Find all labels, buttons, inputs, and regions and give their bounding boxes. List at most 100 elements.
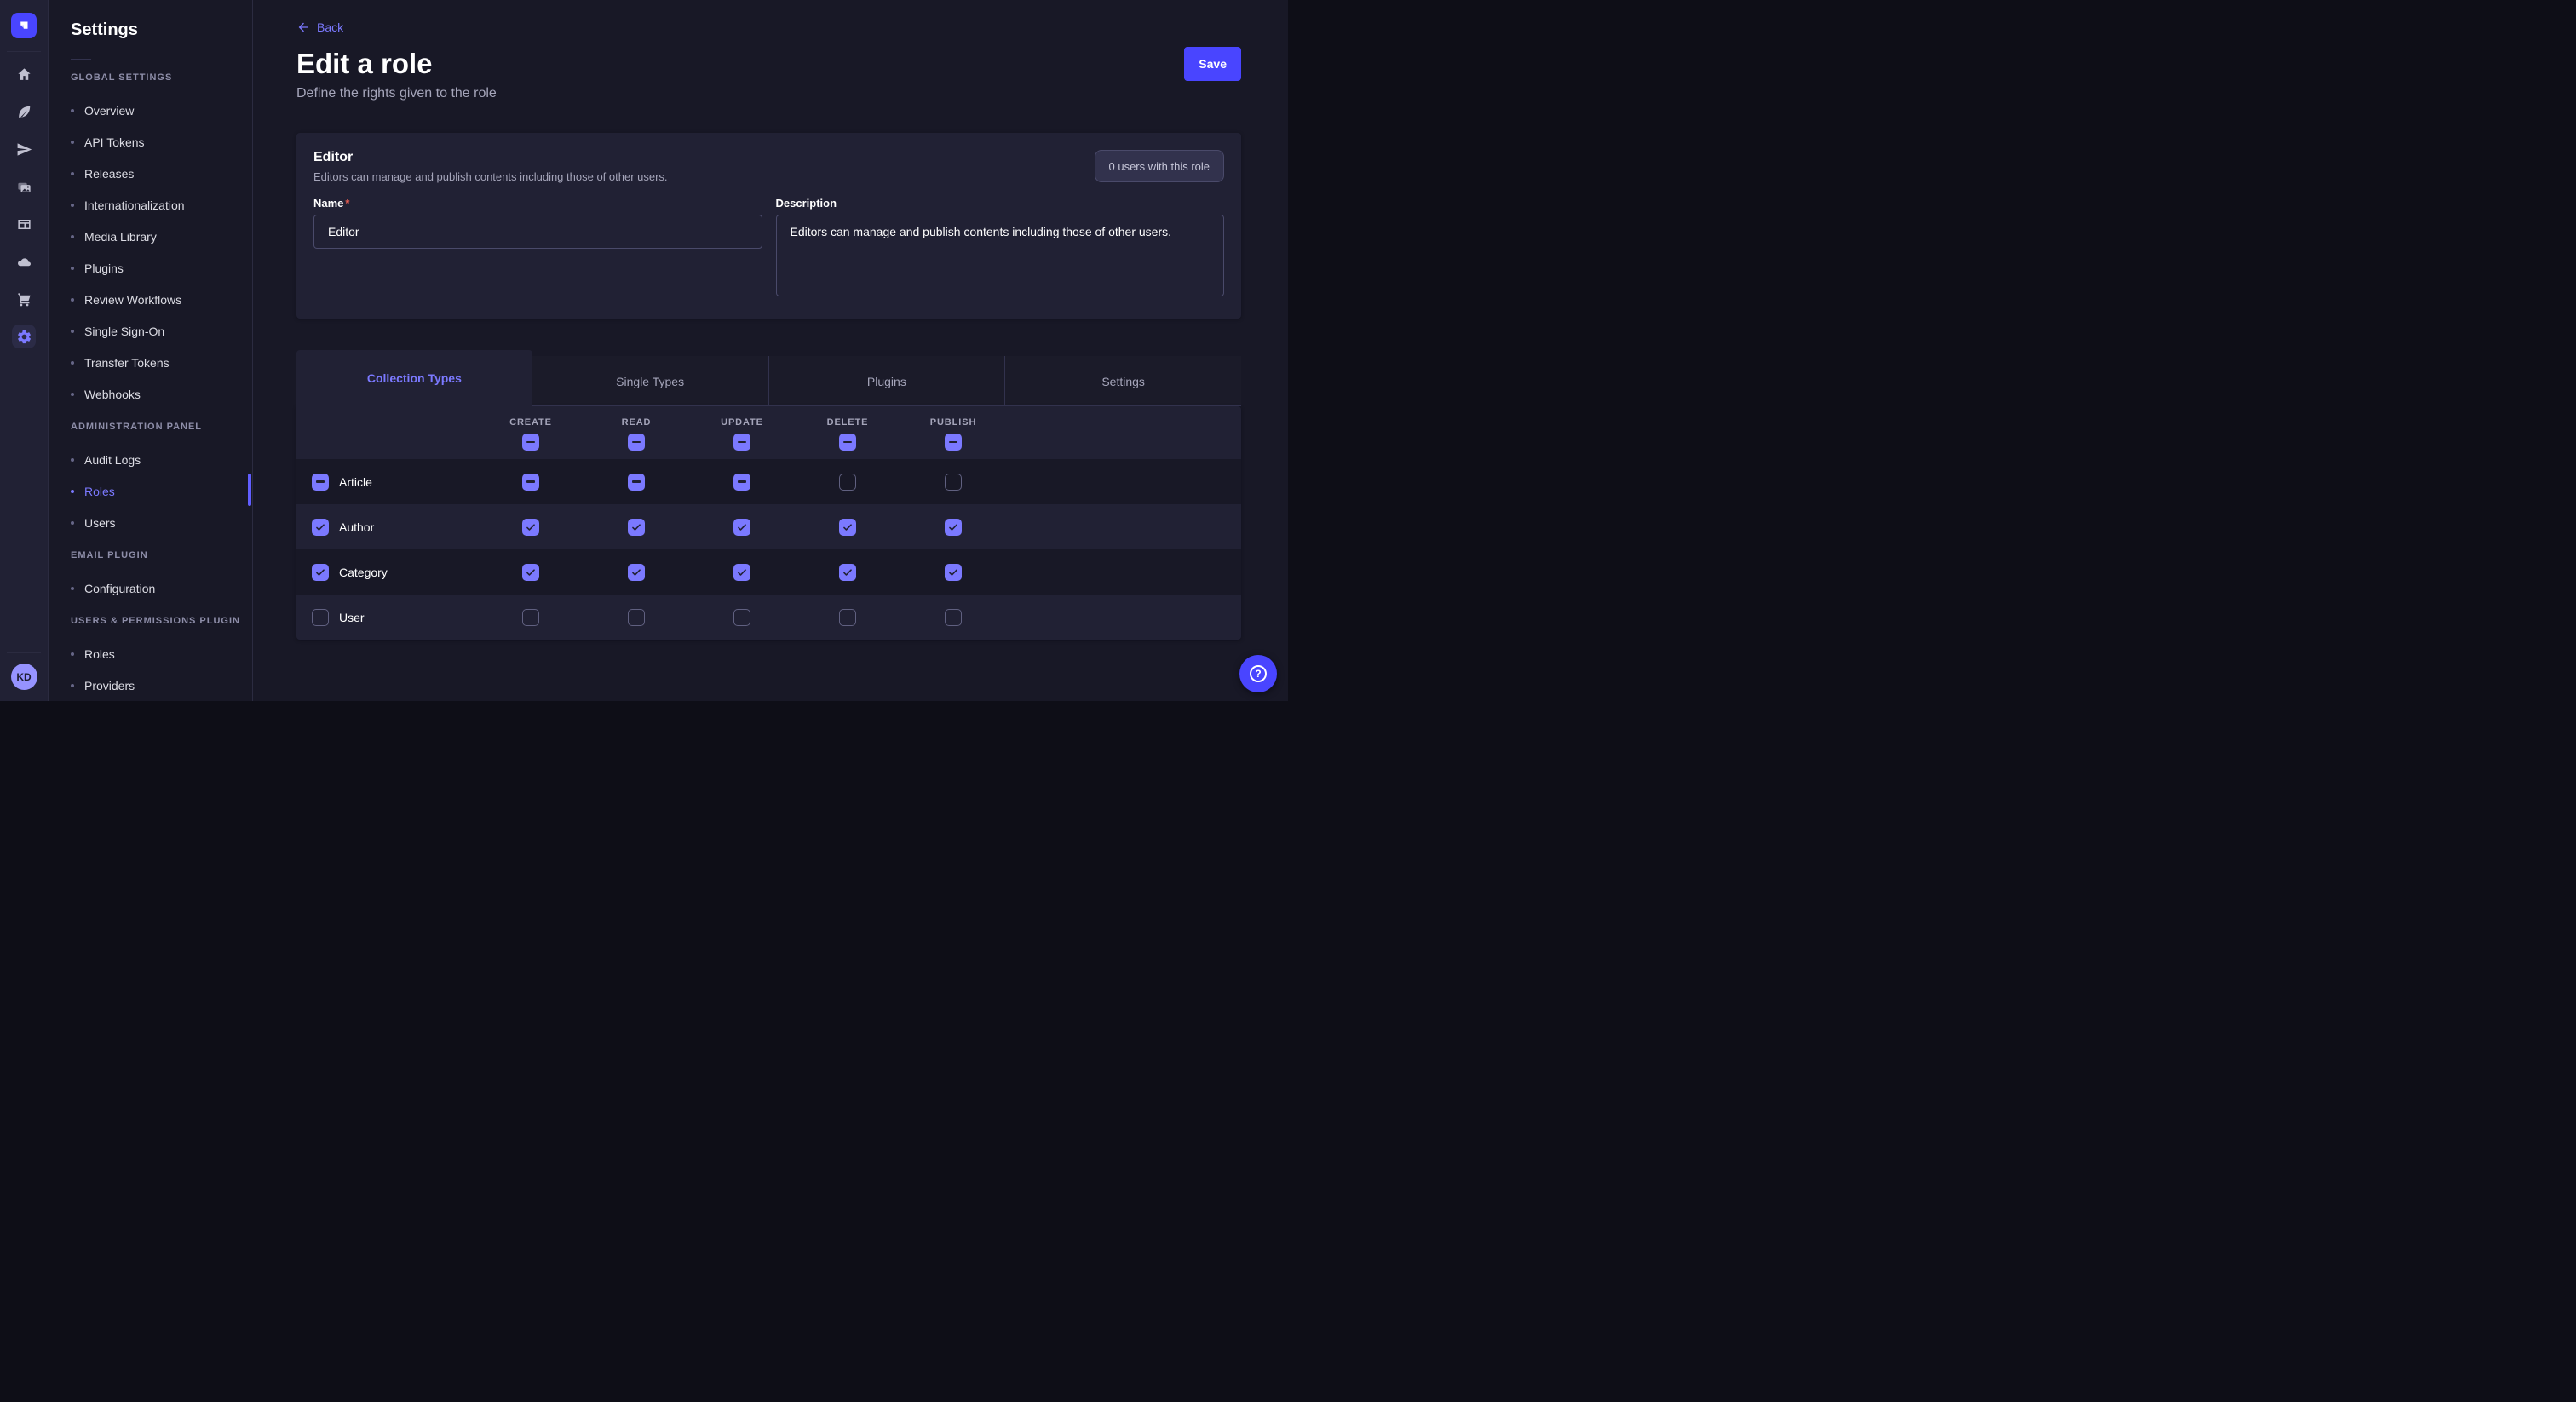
checkbox-article-read[interactable] xyxy=(628,474,645,491)
tab-collection-types[interactable]: Collection Types xyxy=(296,350,532,406)
sidebar-item-providers[interactable]: Providers xyxy=(49,669,252,701)
tab-plugins[interactable]: Plugins xyxy=(768,356,1005,406)
sidebar-item-single-sign-on[interactable]: Single Sign-On xyxy=(49,315,252,347)
checkbox-category-create[interactable] xyxy=(522,564,539,581)
sidebar-header: Settings xyxy=(49,0,252,60)
checkbox-author-all[interactable] xyxy=(312,519,329,536)
row-label: Category xyxy=(339,566,388,579)
back-link[interactable]: Back xyxy=(296,20,343,34)
sidebar-item-roles-2[interactable]: Roles xyxy=(49,638,252,669)
checkbox-author-update[interactable] xyxy=(733,519,750,536)
sidebar-item-label: Roles xyxy=(84,647,115,661)
strapi-logo[interactable] xyxy=(11,13,37,38)
checkbox-user-delete[interactable] xyxy=(839,609,856,626)
page-subtitle: Define the rights given to the role xyxy=(296,86,1241,101)
page-header: Edit a role Save xyxy=(296,47,1241,81)
checkbox-author-delete[interactable] xyxy=(839,519,856,536)
sidebar-scrollbar-thumb[interactable] xyxy=(248,474,251,506)
help-button[interactable]: ? xyxy=(1239,655,1277,692)
content-manager-icon[interactable] xyxy=(12,212,36,236)
sidebar-item-overview[interactable]: Overview xyxy=(49,95,252,126)
cloud-icon[interactable] xyxy=(12,250,36,273)
title-divider xyxy=(71,59,91,60)
users-count-button[interactable]: 0 users with this role xyxy=(1095,150,1225,182)
sidebar-item-label: API Tokens xyxy=(84,135,145,149)
sidebar-item-label: Overview xyxy=(84,104,134,118)
permission-cell xyxy=(689,474,795,491)
row-name-cell: User xyxy=(296,609,478,626)
sidebar-item-media-library[interactable]: Media Library xyxy=(49,221,252,252)
description-label: Description xyxy=(776,197,1225,210)
checkbox-category-all[interactable] xyxy=(312,564,329,581)
role-details-card: Editor Editors can manage and publish co… xyxy=(296,133,1241,319)
sidebar-item-label: Plugins xyxy=(84,261,124,275)
sidebar-item-label: Releases xyxy=(84,167,134,181)
sidebar-item-configuration[interactable]: Configuration xyxy=(49,572,252,604)
checkbox-user-update[interactable] xyxy=(733,609,750,626)
checkbox-all-update[interactable] xyxy=(733,434,750,451)
checkbox-category-delete[interactable] xyxy=(839,564,856,581)
checkbox-category-update[interactable] xyxy=(733,564,750,581)
feather-icon[interactable] xyxy=(12,100,36,124)
sidebar-item-api-tokens[interactable]: API Tokens xyxy=(49,126,252,158)
name-field-group: Name* xyxy=(313,197,762,301)
checkbox-all-read[interactable] xyxy=(628,434,645,451)
checkbox-author-read[interactable] xyxy=(628,519,645,536)
sidebar-item-internationalization[interactable]: Internationalization xyxy=(49,189,252,221)
checkbox-user-publish[interactable] xyxy=(945,609,962,626)
sidebar-item-webhooks[interactable]: Webhooks xyxy=(49,378,252,410)
sidebar-item-releases[interactable]: Releases xyxy=(49,158,252,189)
arrow-left-icon xyxy=(296,20,310,34)
checkbox-all-create[interactable] xyxy=(522,434,539,451)
media-library-icon[interactable] xyxy=(12,175,36,198)
send-icon[interactable] xyxy=(12,137,36,161)
checkbox-user-read[interactable] xyxy=(628,609,645,626)
header-name-spacer xyxy=(296,406,478,459)
checkbox-article-all[interactable] xyxy=(312,474,329,491)
tab-settings[interactable]: Settings xyxy=(1004,356,1241,406)
column-publish: PUBLISH xyxy=(900,406,1006,459)
permission-cell xyxy=(900,564,1006,581)
role-name-input[interactable] xyxy=(313,215,762,249)
marketplace-icon[interactable] xyxy=(12,287,36,311)
settings-icon[interactable] xyxy=(12,325,36,348)
role-description-input[interactable]: Editors can manage and publish contents … xyxy=(776,215,1225,296)
sidebar-item-users[interactable]: Users xyxy=(49,507,252,538)
sidebar-item-label: Single Sign-On xyxy=(84,325,164,338)
checkbox-user-all[interactable] xyxy=(312,609,329,626)
checkbox-author-publish[interactable] xyxy=(945,519,962,536)
checkbox-article-publish[interactable] xyxy=(945,474,962,491)
table-row-article: Article xyxy=(296,459,1241,504)
row-name-cell: Category xyxy=(296,564,478,581)
main-nav-rail: KD xyxy=(0,0,49,701)
permission-cell xyxy=(478,519,584,536)
sidebar-item-plugins[interactable]: Plugins xyxy=(49,252,252,284)
sidebar-item-label: Review Workflows xyxy=(84,293,181,307)
checkbox-all-publish[interactable] xyxy=(945,434,962,451)
settings-sidebar: Settings GLOBAL SETTINGSOverviewAPI Toke… xyxy=(49,0,253,701)
checkbox-article-create[interactable] xyxy=(522,474,539,491)
save-button[interactable]: Save xyxy=(1184,47,1241,81)
sidebar-item-roles[interactable]: Roles xyxy=(49,475,252,507)
checkbox-category-read[interactable] xyxy=(628,564,645,581)
role-card-titles: Editor Editors can manage and publish co… xyxy=(313,150,668,183)
permission-cell xyxy=(795,564,900,581)
permissions-table-body: ArticleAuthorCategoryUser xyxy=(296,459,1241,640)
rail-bottom: KD xyxy=(7,640,41,701)
checkbox-all-delete[interactable] xyxy=(839,434,856,451)
checkbox-article-update[interactable] xyxy=(733,474,750,491)
checkbox-category-publish[interactable] xyxy=(945,564,962,581)
checkbox-author-create[interactable] xyxy=(522,519,539,536)
permission-cell xyxy=(584,519,689,536)
avatar[interactable]: KD xyxy=(11,664,37,690)
app-window: KD Settings GLOBAL SETTINGSOverviewAPI T… xyxy=(0,0,1288,701)
permission-cell xyxy=(689,519,795,536)
checkbox-article-delete[interactable] xyxy=(839,474,856,491)
sidebar-item-audit-logs[interactable]: Audit Logs xyxy=(49,444,252,475)
checkbox-user-create[interactable] xyxy=(522,609,539,626)
sidebar-item-transfer-tokens[interactable]: Transfer Tokens xyxy=(49,347,252,378)
sidebar-item-review-workflows[interactable]: Review Workflows xyxy=(49,284,252,315)
home-icon[interactable] xyxy=(12,62,36,86)
permission-cell xyxy=(689,609,795,626)
tab-single-types[interactable]: Single Types xyxy=(532,356,768,406)
